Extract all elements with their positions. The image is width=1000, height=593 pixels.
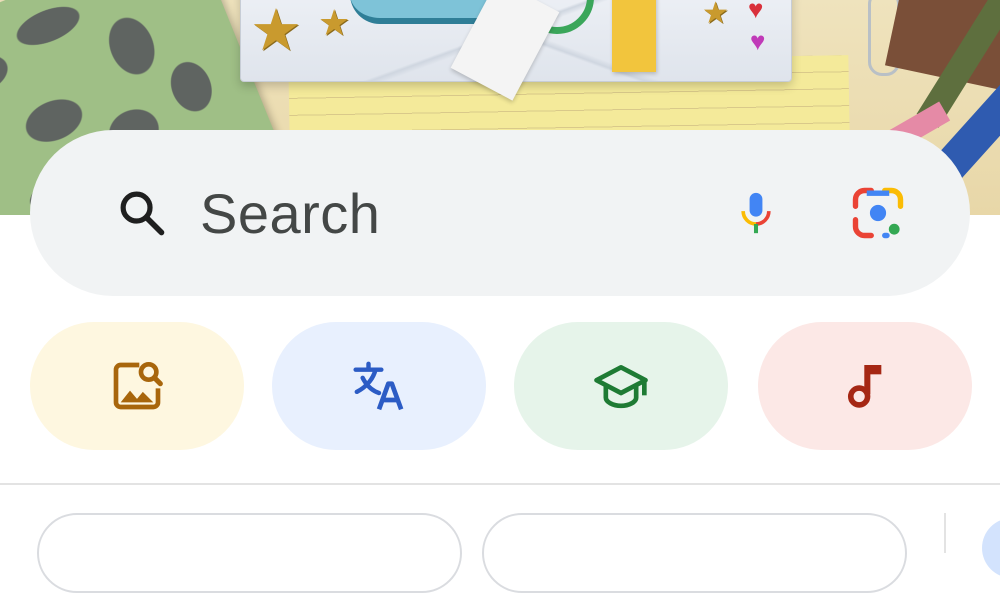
section-divider — [0, 483, 1000, 485]
heart-icon: ♥ — [750, 26, 766, 56]
yellow-strip-shape — [612, 0, 656, 72]
quick-actions-row — [30, 322, 972, 450]
search-by-image-button[interactable] — [30, 322, 244, 450]
star-icon: ★ — [250, 0, 302, 63]
search-input[interactable]: Search — [200, 181, 726, 246]
homework-button[interactable] — [514, 322, 728, 450]
microphone-icon — [741, 192, 771, 234]
account-avatar[interactable] — [982, 518, 1000, 578]
music-note-icon — [847, 365, 882, 408]
song-search-button[interactable] — [758, 322, 972, 450]
suggestion-chip[interactable] — [482, 513, 907, 593]
heart-icon: ♥ — [748, 0, 764, 24]
voice-search-button[interactable] — [726, 183, 786, 243]
star-icon: ★ — [318, 2, 351, 43]
star-icon: ★ — [702, 0, 729, 30]
search-bar[interactable]: Search — [30, 130, 970, 296]
translate-button[interactable] — [272, 322, 486, 450]
chip-separator — [944, 513, 946, 553]
google-lens-icon — [852, 187, 904, 239]
translate-icon — [353, 361, 404, 411]
google-lens-button[interactable] — [848, 183, 908, 243]
image-search-icon — [113, 361, 163, 410]
suggestion-chip[interactable] — [37, 513, 462, 593]
graduation-cap-icon — [594, 365, 648, 409]
magnifier-icon — [120, 191, 165, 236]
